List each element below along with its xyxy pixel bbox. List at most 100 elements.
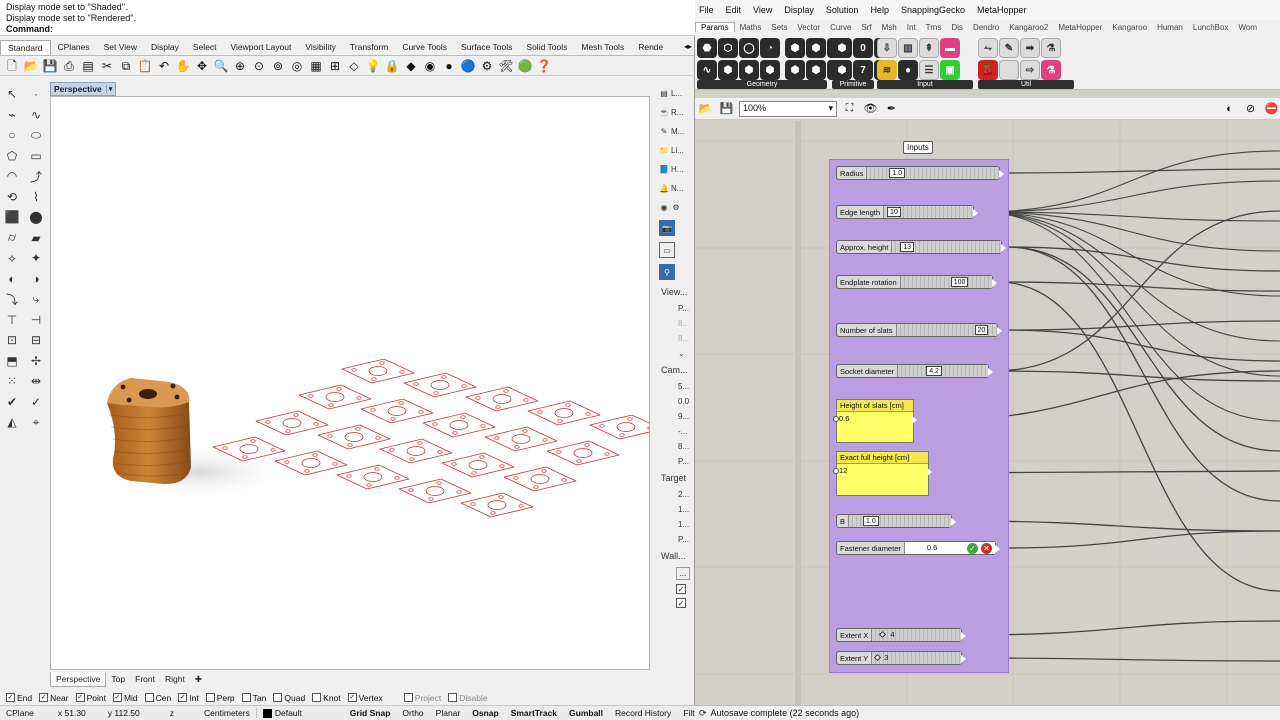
param-box-icon[interactable]: ⬣ [697,38,717,58]
cancel-x-icon[interactable]: ✕ [981,543,992,554]
add-viewport-icon[interactable]: ✚ [190,672,207,687]
output-grip[interactable] [988,368,993,376]
command-prompt[interactable]: Command: [6,24,689,35]
join-icon[interactable]: ⤵ [2,289,22,309]
osnap-checkbox[interactable] [448,693,458,702]
slider-edge-length[interactable]: Edge length 10 [836,205,978,219]
osnap-quad[interactable]: Quad [273,693,305,703]
view-row[interactable]: 8... [656,316,694,331]
slider-value[interactable]: 13 [900,242,915,252]
menu-solution[interactable]: Solution [826,5,859,15]
trim-icon[interactable]: ⊤ [2,310,22,330]
output-grip[interactable] [912,416,917,424]
curve-icon[interactable]: ∿ [26,105,46,125]
sphere-icon[interactable]: ⬤ [26,207,46,227]
tab-scroll-icon[interactable]: ◂▸ [681,40,695,55]
output-grip[interactable] [951,518,956,526]
check-icon[interactable]: ✔ [2,392,22,412]
extend-icon[interactable]: ⊣ [26,310,46,330]
input-gradient-icon[interactable]: ⇞ [919,38,939,58]
viewport-title[interactable]: Perspective ▾ [50,82,117,96]
toggle-smarttrack[interactable]: SmartTrack [505,708,563,718]
camera-icon[interactable]: ⌖ [26,412,46,432]
expand-chevron-icon[interactable]: ⌄ [656,346,694,361]
toggle-ortho[interactable]: Ortho [396,708,429,718]
osnap-checkbox[interactable] [273,693,283,702]
display-mode-icon[interactable]: ◐ [1221,100,1238,117]
slider-endplate-rotation[interactable]: Endplate rotation 100 [836,275,997,289]
tab-set-view[interactable]: Set View [97,40,144,55]
osnap-int[interactable]: ✓ Int [178,693,199,703]
osnap-mid[interactable]: ✓ Mid [112,693,138,703]
split-icon[interactable]: ◑ [26,269,46,289]
slider-value[interactable]: 1.0 [863,516,879,526]
render-sphere-icon[interactable]: 🔵 [460,58,476,74]
cut-icon[interactable]: ✂ [99,58,115,74]
tab-surface-tools[interactable]: Surface Tools [454,40,519,55]
ribbon-label-util[interactable]: Util [978,80,1074,89]
zoom-extents-icon[interactable]: ⊙ [251,58,267,74]
osnap-checkbox[interactable]: ✓ [347,693,357,702]
slider-value[interactable]: 1.0 [889,168,906,178]
link-button[interactable]: ⚲ [656,261,694,283]
slider-track[interactable]: 3 [872,652,961,664]
open-icon[interactable]: 📂 [697,100,714,117]
gh-tab-lunchbox[interactable]: LunchBox [1188,23,1234,32]
osnap-checkbox[interactable]: ✓ [6,693,15,702]
slider-track[interactable]: 1.0 [867,167,999,179]
view-row[interactable]: P... [656,301,694,316]
menu-file[interactable]: File [699,5,714,15]
explode-icon[interactable]: ⤷ [26,289,46,309]
slider-track[interactable]: 100 [900,276,992,288]
panel-tab-libraries[interactable]: 📁 Li... [656,141,694,160]
gh-tab-metahopper[interactable]: MetaHopper [1053,23,1107,32]
util-relay-icon[interactable]: ⥊ [978,38,998,58]
slider-approx-height[interactable]: Approx. height 13 [836,240,1006,254]
param-brep-icon[interactable]: ⬡ [718,38,738,58]
slider-fastener-diameter[interactable]: Fastener diameter 0.6 ✓ ✕ [836,541,1000,555]
menu-help[interactable]: Help [870,5,889,15]
polygon-icon[interactable]: ⬠ [2,146,22,166]
surface-icon[interactable]: ▰ [26,228,46,248]
layer-icon[interactable]: ◆ [403,58,419,74]
osnap-knot[interactable]: Knot [312,693,341,703]
toggle-record-history[interactable]: Record History [609,708,677,718]
gh-tab-msh[interactable]: Msh [877,23,902,32]
cut-plates[interactable] [212,358,650,518]
wood-model[interactable] [107,378,192,485]
open-folder-icon[interactable]: 📂 [23,58,39,74]
status-units[interactable]: Centimeters [198,708,256,718]
output-grip[interactable] [1001,244,1006,252]
osnap-checkbox[interactable] [403,693,413,702]
osnap-tan[interactable]: Tan [241,693,266,703]
zoom-icon[interactable]: 🔍 [213,58,229,74]
offset-icon[interactable]: ⟲ [2,187,22,207]
status-cplane[interactable]: CPlane [0,708,40,718]
save-icon[interactable]: 💾 [42,58,58,74]
tab-standard[interactable]: Standard [0,40,51,55]
slider-track[interactable]: 20 [896,324,997,336]
menu-metahopper[interactable]: MetaHopper [977,5,1027,15]
fastener-value-input[interactable]: 0.6 [927,543,937,552]
gh-tab-wom[interactable]: Wom [1233,23,1262,32]
gh-tab-maths[interactable]: Maths [735,23,767,32]
wallpaper-browse-button[interactable]: ... [676,567,690,580]
param-geometry-icon[interactable]: ⬢ [718,60,738,80]
osnap-end[interactable]: ✓ End [6,693,32,703]
viewport-tab-perspective[interactable]: Perspective [50,671,107,687]
util-outline-arrow-icon[interactable]: ⇨ [1020,60,1040,80]
panel-tab-notes[interactable]: 🔔 N... [656,179,694,198]
rotate-view-icon[interactable]: ✥ [194,58,210,74]
copy-icon[interactable]: ⧉ [118,58,134,74]
four-view-icon[interactable]: ⊞ [327,58,343,74]
tab-cplanes[interactable]: CPlanes [51,40,97,55]
solver-icon[interactable]: ⛔ [1263,100,1280,117]
dimension-icon[interactable]: ⇹ [26,371,46,391]
point-icon[interactable]: · [26,84,46,104]
slider-track[interactable]: 4 [872,629,961,641]
inputs-group-label[interactable]: Inputs [903,141,933,154]
tab-mesh-tools[interactable]: Mesh Tools [574,40,631,55]
input-slider-icon[interactable]: ☰ [919,60,939,80]
panel-tab-render[interactable]: ☕ R... [656,103,694,122]
gh-tab-kangaroo2[interactable]: Kangaroo2 [1004,23,1053,32]
